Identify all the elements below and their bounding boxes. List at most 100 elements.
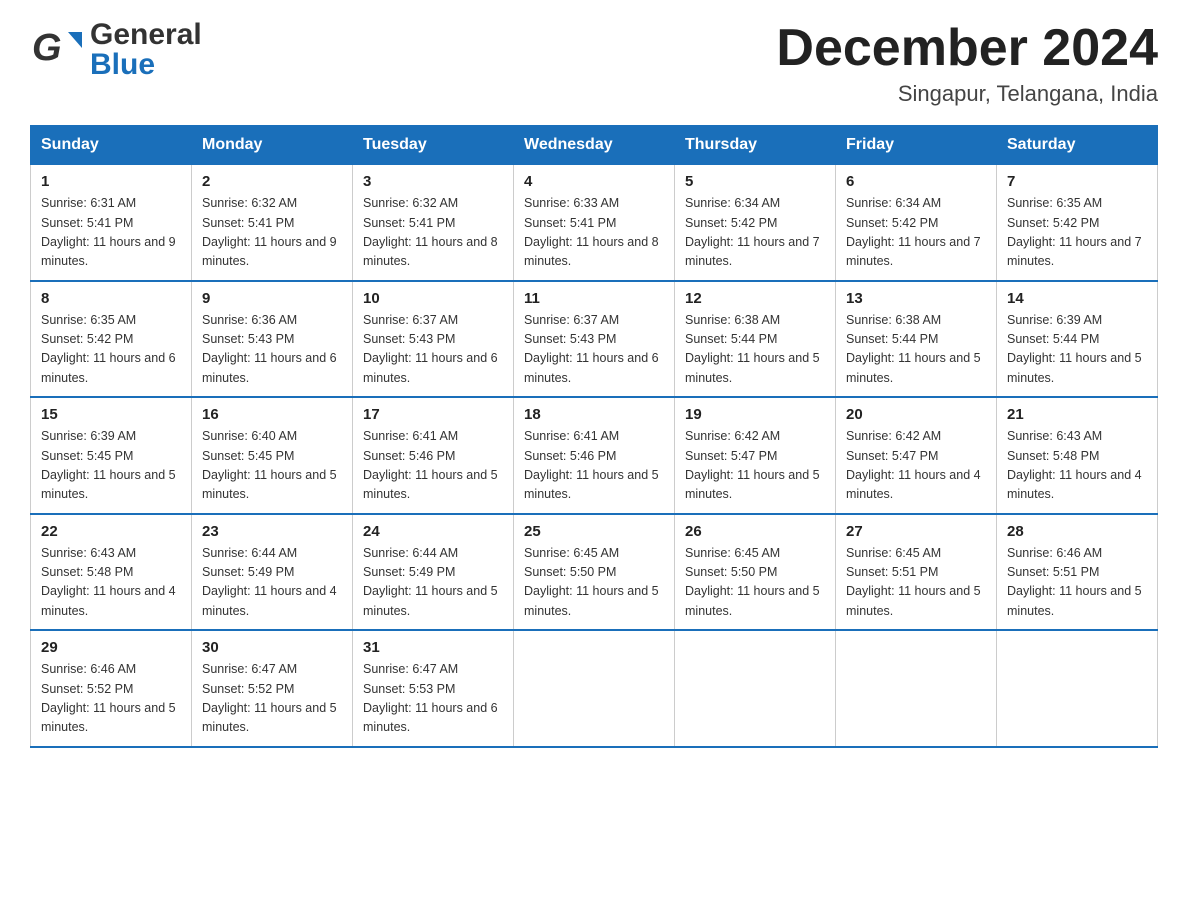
day-number: 12 bbox=[685, 290, 825, 307]
day-number: 29 bbox=[41, 639, 181, 656]
logo-blue-text: Blue bbox=[90, 50, 202, 80]
calendar-cell: 6 Sunrise: 6:34 AMSunset: 5:42 PMDayligh… bbox=[836, 165, 997, 281]
day-info: Sunrise: 6:32 AMSunset: 5:41 PMDaylight:… bbox=[202, 196, 337, 268]
day-number: 22 bbox=[41, 523, 181, 540]
calendar-cell: 5 Sunrise: 6:34 AMSunset: 5:42 PMDayligh… bbox=[675, 165, 836, 281]
day-info: Sunrise: 6:39 AMSunset: 5:45 PMDaylight:… bbox=[41, 429, 176, 501]
calendar-cell: 15 Sunrise: 6:39 AMSunset: 5:45 PMDaylig… bbox=[31, 397, 192, 514]
day-info: Sunrise: 6:33 AMSunset: 5:41 PMDaylight:… bbox=[524, 196, 659, 268]
day-info: Sunrise: 6:37 AMSunset: 5:43 PMDaylight:… bbox=[363, 313, 498, 385]
day-number: 21 bbox=[1007, 406, 1147, 423]
calendar-week-row: 29 Sunrise: 6:46 AMSunset: 5:52 PMDaylig… bbox=[31, 630, 1158, 747]
calendar-cell bbox=[675, 630, 836, 747]
day-number: 8 bbox=[41, 290, 181, 307]
calendar-cell: 31 Sunrise: 6:47 AMSunset: 5:53 PMDaylig… bbox=[353, 630, 514, 747]
calendar-table: SundayMondayTuesdayWednesdayThursdayFrid… bbox=[30, 125, 1158, 748]
col-header-wednesday: Wednesday bbox=[514, 126, 675, 165]
day-number: 18 bbox=[524, 406, 664, 423]
calendar-cell: 25 Sunrise: 6:45 AMSunset: 5:50 PMDaylig… bbox=[514, 514, 675, 631]
day-info: Sunrise: 6:39 AMSunset: 5:44 PMDaylight:… bbox=[1007, 313, 1142, 385]
day-number: 2 bbox=[202, 173, 342, 190]
day-info: Sunrise: 6:36 AMSunset: 5:43 PMDaylight:… bbox=[202, 313, 337, 385]
calendar-cell: 28 Sunrise: 6:46 AMSunset: 5:51 PMDaylig… bbox=[997, 514, 1158, 631]
calendar-cell: 20 Sunrise: 6:42 AMSunset: 5:47 PMDaylig… bbox=[836, 397, 997, 514]
day-number: 16 bbox=[202, 406, 342, 423]
calendar-cell: 24 Sunrise: 6:44 AMSunset: 5:49 PMDaylig… bbox=[353, 514, 514, 631]
day-info: Sunrise: 6:38 AMSunset: 5:44 PMDaylight:… bbox=[685, 313, 820, 385]
calendar-cell: 3 Sunrise: 6:32 AMSunset: 5:41 PMDayligh… bbox=[353, 165, 514, 281]
location-text: Singapur, Telangana, India bbox=[776, 81, 1158, 107]
day-number: 15 bbox=[41, 406, 181, 423]
day-info: Sunrise: 6:31 AMSunset: 5:41 PMDaylight:… bbox=[41, 196, 176, 268]
day-number: 27 bbox=[846, 523, 986, 540]
svg-text:G: G bbox=[32, 27, 62, 69]
logo: G General Blue bbox=[30, 20, 202, 80]
day-number: 9 bbox=[202, 290, 342, 307]
day-info: Sunrise: 6:43 AMSunset: 5:48 PMDaylight:… bbox=[1007, 429, 1142, 501]
day-number: 26 bbox=[685, 523, 825, 540]
day-number: 17 bbox=[363, 406, 503, 423]
day-number: 5 bbox=[685, 173, 825, 190]
calendar-cell: 30 Sunrise: 6:47 AMSunset: 5:52 PMDaylig… bbox=[192, 630, 353, 747]
day-info: Sunrise: 6:42 AMSunset: 5:47 PMDaylight:… bbox=[685, 429, 820, 501]
day-number: 13 bbox=[846, 290, 986, 307]
day-number: 30 bbox=[202, 639, 342, 656]
calendar-cell: 17 Sunrise: 6:41 AMSunset: 5:46 PMDaylig… bbox=[353, 397, 514, 514]
page-header: G General Blue December 2024 Singapur, T… bbox=[30, 20, 1158, 107]
calendar-cell bbox=[514, 630, 675, 747]
calendar-cell: 12 Sunrise: 6:38 AMSunset: 5:44 PMDaylig… bbox=[675, 281, 836, 398]
day-info: Sunrise: 6:35 AMSunset: 5:42 PMDaylight:… bbox=[1007, 196, 1142, 268]
day-number: 23 bbox=[202, 523, 342, 540]
day-info: Sunrise: 6:46 AMSunset: 5:51 PMDaylight:… bbox=[1007, 546, 1142, 618]
logo-name: General Blue bbox=[90, 20, 202, 80]
day-number: 10 bbox=[363, 290, 503, 307]
day-number: 14 bbox=[1007, 290, 1147, 307]
day-info: Sunrise: 6:42 AMSunset: 5:47 PMDaylight:… bbox=[846, 429, 981, 501]
month-title: December 2024 bbox=[776, 20, 1158, 77]
calendar-cell: 19 Sunrise: 6:42 AMSunset: 5:47 PMDaylig… bbox=[675, 397, 836, 514]
day-number: 1 bbox=[41, 173, 181, 190]
day-number: 24 bbox=[363, 523, 503, 540]
logo-general-text: General bbox=[90, 20, 202, 50]
day-number: 7 bbox=[1007, 173, 1147, 190]
day-info: Sunrise: 6:46 AMSunset: 5:52 PMDaylight:… bbox=[41, 662, 176, 734]
col-header-sunday: Sunday bbox=[31, 126, 192, 165]
day-info: Sunrise: 6:35 AMSunset: 5:42 PMDaylight:… bbox=[41, 313, 176, 385]
calendar-cell: 7 Sunrise: 6:35 AMSunset: 5:42 PMDayligh… bbox=[997, 165, 1158, 281]
calendar-cell: 4 Sunrise: 6:33 AMSunset: 5:41 PMDayligh… bbox=[514, 165, 675, 281]
day-info: Sunrise: 6:47 AMSunset: 5:52 PMDaylight:… bbox=[202, 662, 337, 734]
day-info: Sunrise: 6:34 AMSunset: 5:42 PMDaylight:… bbox=[685, 196, 820, 268]
col-header-saturday: Saturday bbox=[997, 126, 1158, 165]
day-info: Sunrise: 6:43 AMSunset: 5:48 PMDaylight:… bbox=[41, 546, 176, 618]
day-info: Sunrise: 6:45 AMSunset: 5:51 PMDaylight:… bbox=[846, 546, 981, 618]
day-info: Sunrise: 6:41 AMSunset: 5:46 PMDaylight:… bbox=[524, 429, 659, 501]
day-info: Sunrise: 6:37 AMSunset: 5:43 PMDaylight:… bbox=[524, 313, 659, 385]
calendar-week-row: 15 Sunrise: 6:39 AMSunset: 5:45 PMDaylig… bbox=[31, 397, 1158, 514]
calendar-cell: 27 Sunrise: 6:45 AMSunset: 5:51 PMDaylig… bbox=[836, 514, 997, 631]
day-info: Sunrise: 6:47 AMSunset: 5:53 PMDaylight:… bbox=[363, 662, 498, 734]
calendar-cell: 8 Sunrise: 6:35 AMSunset: 5:42 PMDayligh… bbox=[31, 281, 192, 398]
calendar-cell: 16 Sunrise: 6:40 AMSunset: 5:45 PMDaylig… bbox=[192, 397, 353, 514]
day-info: Sunrise: 6:38 AMSunset: 5:44 PMDaylight:… bbox=[846, 313, 981, 385]
calendar-cell: 9 Sunrise: 6:36 AMSunset: 5:43 PMDayligh… bbox=[192, 281, 353, 398]
day-info: Sunrise: 6:34 AMSunset: 5:42 PMDaylight:… bbox=[846, 196, 981, 268]
day-info: Sunrise: 6:44 AMSunset: 5:49 PMDaylight:… bbox=[202, 546, 337, 618]
calendar-cell: 14 Sunrise: 6:39 AMSunset: 5:44 PMDaylig… bbox=[997, 281, 1158, 398]
calendar-cell: 23 Sunrise: 6:44 AMSunset: 5:49 PMDaylig… bbox=[192, 514, 353, 631]
day-info: Sunrise: 6:41 AMSunset: 5:46 PMDaylight:… bbox=[363, 429, 498, 501]
col-header-monday: Monday bbox=[192, 126, 353, 165]
day-number: 4 bbox=[524, 173, 664, 190]
day-number: 20 bbox=[846, 406, 986, 423]
calendar-header-row: SundayMondayTuesdayWednesdayThursdayFrid… bbox=[31, 126, 1158, 165]
title-section: December 2024 Singapur, Telangana, India bbox=[776, 20, 1158, 107]
calendar-cell: 18 Sunrise: 6:41 AMSunset: 5:46 PMDaylig… bbox=[514, 397, 675, 514]
day-number: 31 bbox=[363, 639, 503, 656]
col-header-friday: Friday bbox=[836, 126, 997, 165]
day-number: 3 bbox=[363, 173, 503, 190]
day-number: 11 bbox=[524, 290, 664, 307]
calendar-cell: 11 Sunrise: 6:37 AMSunset: 5:43 PMDaylig… bbox=[514, 281, 675, 398]
col-header-tuesday: Tuesday bbox=[353, 126, 514, 165]
calendar-cell: 29 Sunrise: 6:46 AMSunset: 5:52 PMDaylig… bbox=[31, 630, 192, 747]
day-info: Sunrise: 6:45 AMSunset: 5:50 PMDaylight:… bbox=[685, 546, 820, 618]
day-info: Sunrise: 6:32 AMSunset: 5:41 PMDaylight:… bbox=[363, 196, 498, 268]
